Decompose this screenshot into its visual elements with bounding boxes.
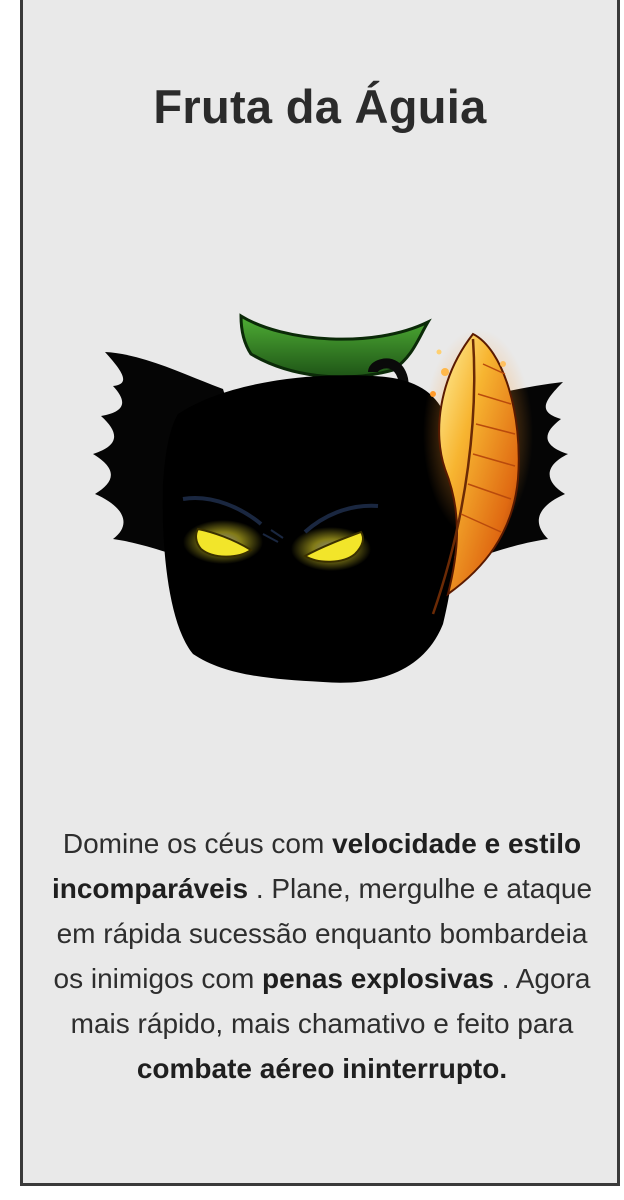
fruit-title: Fruta da Águia bbox=[153, 80, 487, 133]
eagle-fruit-icon bbox=[93, 313, 568, 683]
desc-bold-3: combate aéreo ininterrupto. bbox=[136, 1053, 508, 1084]
page: Fruta da Águia Domine os céus com veloci… bbox=[0, 0, 624, 1200]
fruit-description: Domine os céus com velocidade e estilo i… bbox=[39, 821, 605, 1091]
desc-text-1: Domine os céus com bbox=[62, 828, 333, 859]
fruit-card: Fruta da Águia Domine os céus com veloci… bbox=[20, 0, 620, 1186]
desc-bold-2: penas explosivas bbox=[262, 963, 494, 994]
